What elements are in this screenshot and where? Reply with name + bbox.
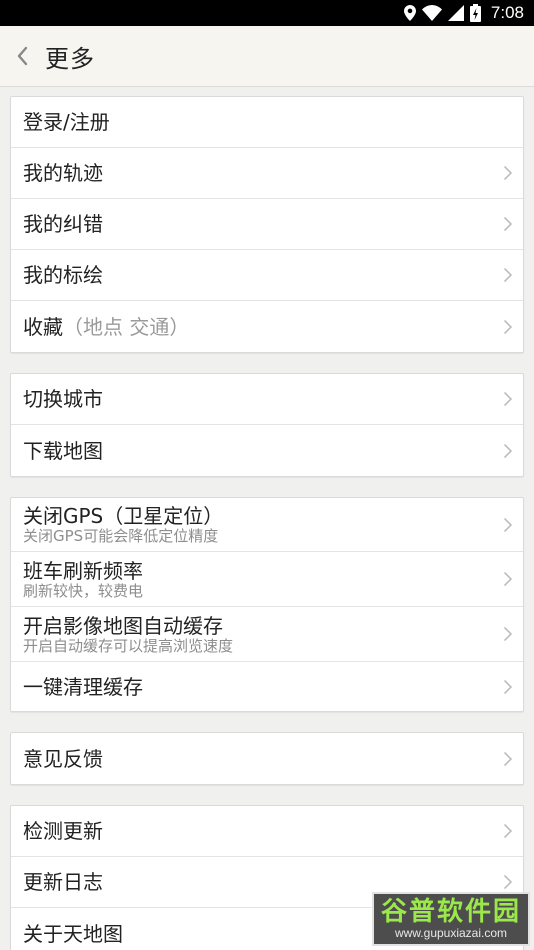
chevron-left-icon bbox=[17, 46, 28, 66]
imagery-auto-cache-item[interactable]: 开启影像地图自动缓存 开启自动缓存可以提高浏览速度 bbox=[11, 607, 523, 662]
item-label: 切换城市 bbox=[23, 387, 103, 411]
chevron-right-icon bbox=[504, 627, 512, 641]
chevron-right-icon bbox=[504, 166, 512, 180]
clear-cache-item[interactable]: 一键清理缓存 bbox=[11, 662, 523, 711]
chevron-right-icon bbox=[504, 443, 512, 458]
gps-toggle-item[interactable]: 关闭GPS（卫星定位） 关闭GPS可能会降低定位精度 bbox=[11, 498, 523, 552]
download-map-item[interactable]: 下载地图 bbox=[11, 425, 523, 476]
item-label: 更新日志 bbox=[23, 870, 103, 894]
feedback-item[interactable]: 意见反馈 bbox=[11, 733, 523, 784]
chevron-right-icon bbox=[504, 751, 512, 766]
chevron-right-icon bbox=[504, 572, 512, 586]
item-label: 我的纠错 bbox=[23, 212, 103, 236]
account-group: 登录/注册 我的轨迹 我的纠错 我的标绘 收藏（地点 交通） bbox=[10, 96, 524, 353]
item-label: 检测更新 bbox=[23, 819, 103, 843]
chevron-right-icon bbox=[504, 875, 512, 889]
item-label: 我的轨迹 bbox=[23, 161, 103, 185]
feedback-group: 意见反馈 bbox=[10, 732, 524, 785]
settings-group: 关闭GPS（卫星定位） 关闭GPS可能会降低定位精度 班车刷新频率 刷新较快，较… bbox=[10, 497, 524, 712]
my-tracks-item[interactable]: 我的轨迹 bbox=[11, 148, 523, 199]
chevron-right-icon bbox=[504, 268, 512, 282]
watermark-logo: 谷普软件园 www.gupuxiazai.com bbox=[372, 892, 530, 946]
item-label: 登录/注册 bbox=[23, 110, 110, 134]
item-label: 开启影像地图自动缓存 bbox=[23, 613, 223, 638]
chevron-right-icon bbox=[504, 824, 512, 838]
item-label: 下载地图 bbox=[23, 438, 103, 463]
status-bar: 7:08 bbox=[0, 0, 534, 26]
check-update-item[interactable]: 检测更新 bbox=[11, 806, 523, 857]
item-label: 班车刷新频率 bbox=[23, 558, 143, 583]
map-group: 切换城市 下载地图 bbox=[10, 373, 524, 477]
watermark-text: 谷普软件园 bbox=[380, 897, 521, 927]
back-button[interactable] bbox=[0, 26, 44, 87]
wifi-icon bbox=[421, 5, 442, 21]
chevron-right-icon bbox=[504, 679, 512, 694]
cell-signal-icon bbox=[447, 5, 464, 21]
favorites-item[interactable]: 收藏（地点 交通） bbox=[11, 301, 523, 352]
my-corrections-item[interactable]: 我的纠错 bbox=[11, 199, 523, 250]
status-time: 7:08 bbox=[490, 3, 524, 22]
favorites-label: 收藏 bbox=[23, 314, 63, 339]
watermark-url: www.gupuxiazai.com bbox=[394, 926, 508, 940]
switch-city-item[interactable]: 切换城市 bbox=[11, 374, 523, 425]
location-icon bbox=[403, 5, 416, 21]
page-title: 更多 bbox=[45, 44, 95, 73]
item-label: 收藏（地点 交通） bbox=[23, 315, 189, 339]
login-register-item[interactable]: 登录/注册 bbox=[11, 97, 523, 148]
item-subtitle: 关闭GPS可能会降低定位精度 bbox=[23, 527, 219, 545]
item-label: 意见反馈 bbox=[23, 746, 103, 771]
battery-icon bbox=[469, 4, 481, 22]
chevron-right-icon bbox=[504, 392, 512, 406]
item-subtitle: 刷新较快，较费电 bbox=[23, 581, 144, 600]
item-label: 关闭GPS（卫星定位） bbox=[23, 504, 224, 528]
favorites-hint: （地点 交通） bbox=[63, 314, 190, 339]
chevron-right-icon bbox=[504, 217, 512, 231]
bus-refresh-rate-item[interactable]: 班车刷新频率 刷新较快，较费电 bbox=[11, 552, 523, 607]
app-header: 更多 bbox=[0, 26, 534, 87]
my-annotations-item[interactable]: 我的标绘 bbox=[11, 250, 523, 301]
chevron-right-icon bbox=[504, 319, 512, 334]
item-label: 关于天地图 bbox=[23, 921, 123, 946]
settings-list: 登录/注册 我的轨迹 我的纠错 我的标绘 收藏（地点 交通） 切换城市 下载地图 bbox=[0, 87, 534, 950]
item-label: 我的标绘 bbox=[23, 263, 103, 287]
item-subtitle: 开启自动缓存可以提高浏览速度 bbox=[23, 636, 234, 655]
item-label: 一键清理缓存 bbox=[23, 674, 143, 699]
chevron-right-icon bbox=[504, 517, 512, 532]
